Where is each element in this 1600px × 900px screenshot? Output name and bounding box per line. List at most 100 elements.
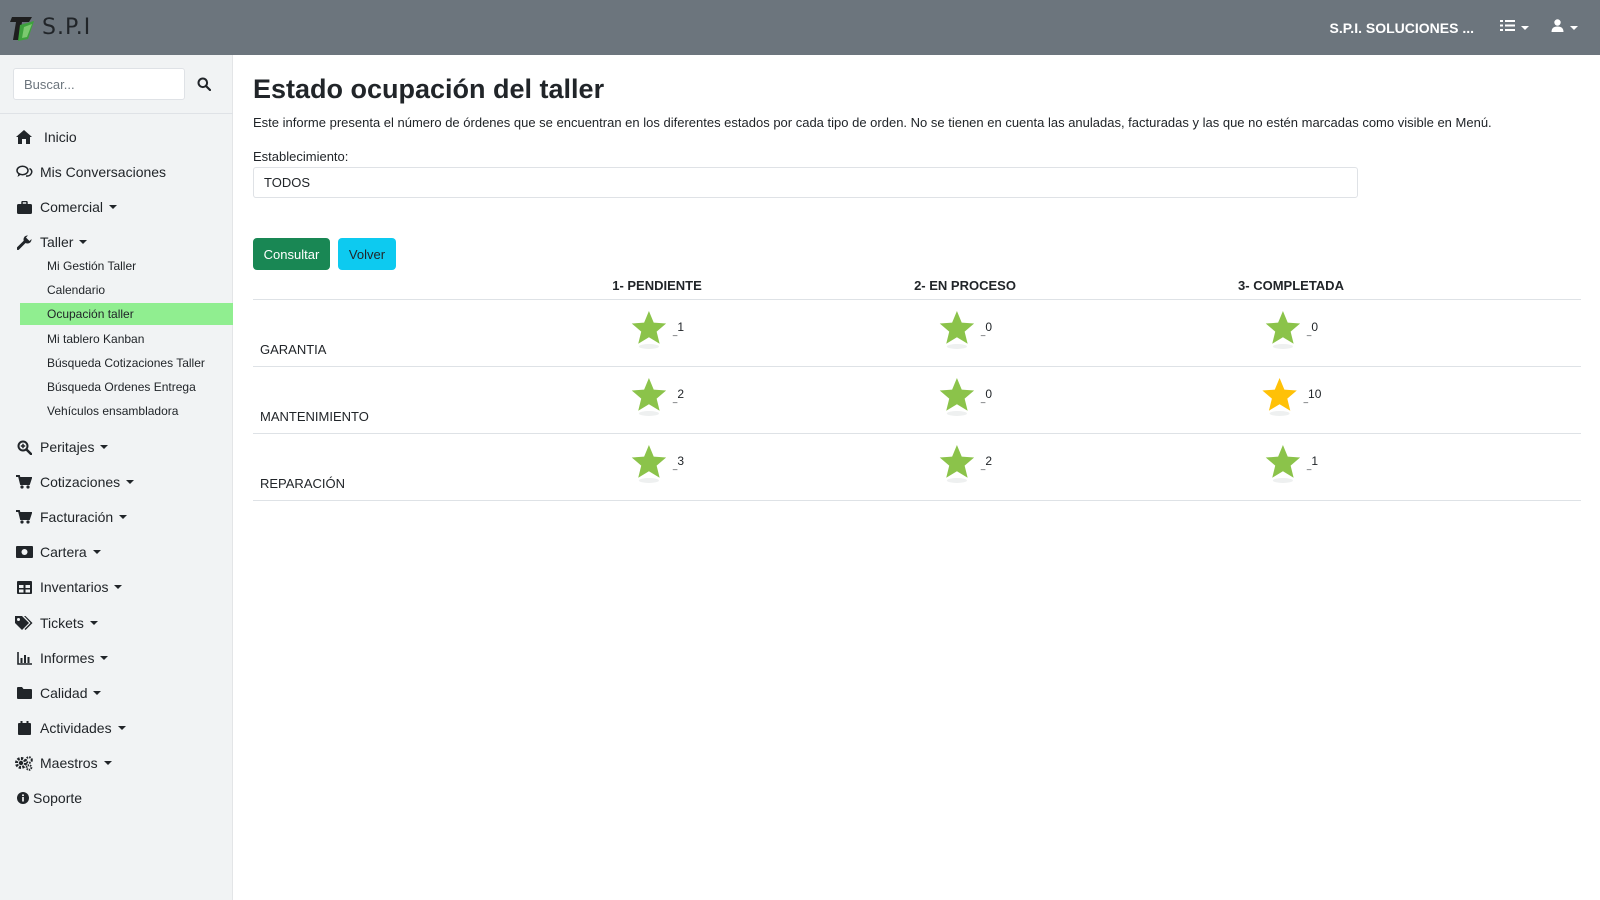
chevron-down-icon [92, 550, 101, 554]
table-cell[interactable]: _0 [938, 376, 992, 416]
chevron-down-icon [89, 621, 98, 625]
star-icon [630, 309, 668, 349]
cell-value: _0 [980, 386, 993, 403]
main-content: Estado ocupación del taller Este informe… [233, 55, 1600, 900]
row-label: REPARACIÓN [260, 476, 345, 491]
chevron-down-icon [119, 515, 128, 519]
cell-value: _1 [1306, 453, 1319, 470]
consultar-button[interactable]: Consultar [253, 238, 330, 270]
sidebar-item-comercial[interactable]: Comercial [15, 197, 118, 217]
search-input[interactable] [13, 68, 185, 100]
sidebar-item-tickets[interactable]: Tickets [15, 613, 98, 633]
sidebar-item-inicio[interactable]: Inicio [15, 127, 77, 147]
sidebar-subitem-label: Búsqueda Ordenes Entrega [47, 380, 196, 394]
table-cell[interactable]: _0 [938, 309, 992, 349]
sidebar-item-label: Peritajes [40, 439, 95, 455]
list-check-icon [1500, 19, 1515, 37]
user-menu[interactable] [1551, 18, 1578, 37]
sidebar-subitem-busqueda-ordenes-entrega[interactable]: Búsqueda Ordenes Entrega [20, 376, 233, 398]
table-row: GARANTIA _1 _0 _0 [253, 300, 1581, 367]
info-circle-icon [17, 792, 29, 804]
table-cell[interactable]: _2 [938, 443, 992, 483]
table-cell[interactable]: _10 [1261, 376, 1322, 416]
bar-chart-icon [15, 650, 33, 666]
table-cell[interactable]: _2 [630, 376, 684, 416]
column-header-pendiente: 1- PENDIENTE [612, 278, 702, 293]
sidebar-item-taller[interactable]: Taller [15, 232, 88, 252]
sidebar-item-label: Actividades [40, 720, 112, 736]
star-shadow [638, 411, 659, 416]
star-shadow [638, 344, 659, 349]
search-icon [197, 77, 211, 91]
sidebar-item-soporte[interactable]: Soporte [17, 788, 82, 808]
sidebar-item-facturacion[interactable]: Facturación [15, 507, 128, 527]
sidebar-item-actividades[interactable]: Actividades [15, 718, 126, 738]
establecimiento-value: TODOS [264, 175, 310, 190]
table-row: REPARACIÓN _3 _2 _1 [253, 434, 1581, 501]
chevron-down-icon [126, 480, 135, 484]
star-icon [1264, 443, 1302, 483]
sidebar-subitem-ocupacion-taller[interactable]: Ocupación taller [20, 303, 233, 325]
cell-value: _2 [672, 386, 685, 403]
table-cell[interactable]: _1 [1264, 443, 1318, 483]
sidebar-subitem-calendario[interactable]: Calendario [20, 279, 233, 301]
sidebar-subitem-busqueda-cotizaciones-taller[interactable]: Búsqueda Cotizaciones Taller [20, 352, 233, 374]
sidebar-subitem-mi-gestion-taller[interactable]: Mi Gestión Taller [20, 255, 233, 277]
cell-value: _0 [980, 319, 993, 336]
star-shadow [1272, 344, 1293, 349]
tasks-menu[interactable] [1500, 19, 1529, 37]
volver-button[interactable]: Volver [338, 238, 396, 270]
star-icon [630, 443, 668, 483]
sidebar-subitem-label: Vehículos ensambladora [47, 404, 179, 418]
sidebar-subitem-mi-tablero-kanban[interactable]: Mi tablero Kanban [20, 328, 233, 350]
cart-icon [15, 509, 33, 525]
sidebar-subitem-vehiculos-ensambladora[interactable]: Vehículos ensambladora [20, 400, 233, 422]
sidebar-item-cartera[interactable]: Cartera [15, 542, 101, 562]
establecimiento-field[interactable]: TODOS [253, 167, 1358, 198]
chevron-down-icon [1521, 25, 1529, 30]
sidebar-item-label: Facturación [40, 509, 114, 525]
sidebar-item-peritajes[interactable]: Peritajes [15, 437, 109, 457]
sidebar-item-calidad[interactable]: Calidad [15, 683, 102, 703]
magnifier-plus-icon [15, 439, 33, 455]
sidebar-item-mis-conversaciones[interactable]: Mis Conversaciones [15, 162, 166, 182]
sidebar-item-label: Tickets [40, 615, 84, 631]
chevron-down-icon [79, 240, 88, 244]
sidebar-item-maestros[interactable]: Maestros [15, 753, 112, 773]
cell-value: _3 [672, 453, 685, 470]
company-name[interactable]: S.P.I. SOLUCIONES ... [1330, 20, 1474, 36]
search-button[interactable] [187, 68, 221, 100]
sidebar-search [13, 68, 221, 100]
sidebar-subitem-label: Búsqueda Cotizaciones Taller [47, 356, 205, 370]
table-cell[interactable]: _0 [1264, 309, 1318, 349]
sidebar-item-informes[interactable]: Informes [15, 648, 109, 668]
sidebar: Inicio Mis Conversaciones Comercial Tall… [0, 55, 233, 900]
table-cell[interactable]: _3 [630, 443, 684, 483]
sidebar-item-cotizaciones[interactable]: Cotizaciones [15, 472, 135, 492]
top-navbar: S.P.I S.P.I. SOLUCIONES ... [0, 0, 1600, 55]
sidebar-item-label: Mis Conversaciones [40, 164, 167, 180]
sidebar-item-label: Informes [40, 650, 95, 666]
cart-icon [15, 474, 33, 490]
sidebar-item-label: Calidad [40, 685, 88, 701]
chevron-down-icon [100, 656, 109, 660]
sidebar-item-inventarios[interactable]: Inventarios [15, 577, 123, 597]
brand-logo-icon [10, 13, 40, 43]
sidebar-item-label: Inicio [44, 129, 77, 145]
table-cell[interactable]: _1 [630, 309, 684, 349]
star-icon [938, 309, 976, 349]
cell-value: _1 [672, 319, 685, 336]
sidebar-item-label: Maestros [40, 755, 98, 771]
calendar-icon [15, 720, 33, 736]
wrench-icon [15, 234, 33, 250]
cell-value: _10 [1303, 386, 1322, 403]
money-bill-icon [15, 544, 33, 560]
chevron-down-icon [114, 585, 123, 589]
brand[interactable]: S.P.I [10, 13, 91, 43]
sidebar-item-label: Inventarios [40, 579, 109, 595]
sidebar-divider [0, 113, 233, 114]
star-shadow [638, 478, 659, 483]
folder-icon [15, 685, 33, 701]
sidebar-item-label: Cotizaciones [40, 474, 121, 490]
page-title: Estado ocupación del taller [253, 74, 605, 104]
